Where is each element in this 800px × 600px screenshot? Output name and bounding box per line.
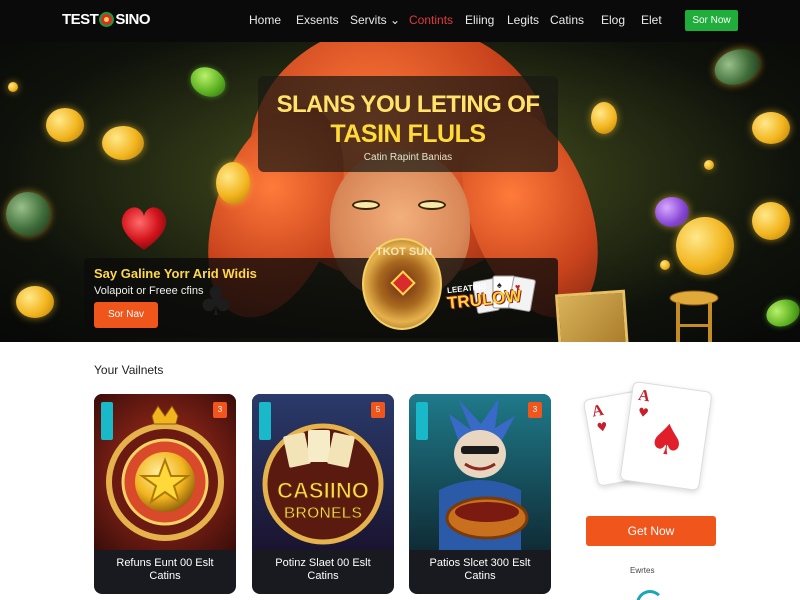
- loading-spinner-icon: [636, 590, 664, 600]
- logo-text-b: SINO: [115, 11, 151, 28]
- nav-item-contints[interactable]: Contints: [409, 13, 453, 27]
- nav-item-exsents[interactable]: Exsents: [296, 13, 339, 27]
- nav-item-home[interactable]: Home: [249, 13, 281, 27]
- card-badge: 3: [528, 402, 542, 418]
- coin-icon: [16, 286, 54, 318]
- card-badge: 5: [371, 402, 385, 418]
- ace-letter: A: [637, 386, 652, 406]
- promo-signup-button[interactable]: Sor Nav: [94, 302, 158, 328]
- nav-item-catins[interactable]: Catins: [550, 13, 584, 27]
- game-card[interactable]: 3 Patios Slcet 300 Eslt Catins: [409, 394, 551, 594]
- card-caption: Patios Slcet 300 Eslt Catins: [409, 557, 551, 583]
- coin-icon: [660, 260, 670, 270]
- club-suit-icon: ♣: [198, 279, 234, 325]
- get-now-button[interactable]: Get Now: [586, 516, 716, 546]
- card-tag: [416, 402, 428, 440]
- section-title: Your Vailnets: [94, 363, 164, 377]
- coin-icon: [8, 82, 18, 92]
- portrait-frame: [554, 289, 630, 342]
- nav-item-eliing[interactable]: Eliing: [465, 13, 494, 27]
- signup-now-button[interactable]: Sor Now: [685, 10, 738, 31]
- coin-icon: [752, 202, 790, 240]
- card-caption-line-1: Refuns Eunt 00 Eslt: [116, 557, 214, 569]
- nav-item-servits[interactable]: Servits ⌄: [350, 13, 400, 27]
- hero-headline-2: TASIN FLULS: [330, 120, 486, 148]
- game-card[interactable]: 3 Refuns Eunt 00 Eslt Catins: [94, 394, 236, 594]
- hero-banner: SLANS YOU LETING OF TASIN FLULS Catin Ra…: [0, 42, 800, 342]
- card-caption-line-2: Catins: [149, 570, 181, 582]
- character-eye-left: [352, 200, 380, 210]
- dark-chip-icon: [709, 43, 765, 91]
- green-chip-icon: [185, 61, 231, 103]
- coin-icon: [591, 102, 617, 134]
- coin-icon: [752, 112, 790, 144]
- card-art-title: CASIINO: [277, 478, 369, 503]
- card-caption: Potinz Slaet 00 Eslt Catins: [252, 557, 394, 583]
- card-art-subtitle: BRONELS: [284, 505, 363, 522]
- nav-item-legits[interactable]: Legits: [507, 13, 539, 27]
- diamond-icon: [390, 270, 416, 296]
- nav-item-elog[interactable]: Elog: [601, 13, 625, 27]
- site-logo[interactable]: TEST SINO: [62, 11, 151, 28]
- card-caption-line-1: Patios Slcet 300 Eslt: [429, 557, 531, 569]
- hero-subtitle: Catin Rapint Banias: [363, 152, 453, 163]
- coin-icon: [46, 108, 84, 142]
- emblem-label: TKOT SUN: [375, 246, 433, 258]
- hero-headline-panel: SLANS YOU LETING OF TASIN FLULS Catin Ra…: [258, 76, 558, 172]
- hero-headline-1: SLANS YOU LETING OF: [276, 91, 540, 118]
- heart-suit-icon: ♥: [595, 419, 609, 435]
- game-card[interactable]: CASIINO BRONELS 5 Potinz Slaet 00 Eslt C…: [252, 394, 394, 594]
- logo-text-a: TEST: [62, 11, 99, 28]
- nav-item-elet[interactable]: Elet: [641, 13, 662, 27]
- card-caption-line-2: Catins: [464, 570, 496, 582]
- ace-letter: A: [590, 401, 605, 421]
- card-tag: [259, 402, 271, 440]
- dark-chip-icon: [6, 192, 50, 236]
- promo-text: Volapoit or Freee cfins: [94, 285, 204, 297]
- heart-icon: [121, 207, 167, 250]
- poker-chip-icon: [99, 12, 115, 27]
- ace-card: A ♥ ♠: [619, 380, 713, 492]
- spade-suit-icon: ♠: [645, 412, 690, 467]
- card-caption-line-2: Catins: [307, 570, 339, 582]
- green-chip-icon: [762, 294, 800, 332]
- coin-icon: [704, 160, 714, 170]
- stool-icon: [669, 290, 719, 342]
- character-eye-right: [418, 200, 446, 210]
- coin-icon: [216, 162, 250, 204]
- ace-cards-illustration: A ♥ A ♥ ♠: [582, 380, 734, 514]
- card-caption: Refuns Eunt 00 Eslt Catins: [94, 557, 236, 583]
- top-navbar: TEST SINO Home Exsents Servits ⌄ Contint…: [0, 0, 800, 42]
- coin-icon: [676, 217, 734, 275]
- card-badge: 3: [213, 402, 227, 418]
- coin-icon: [102, 126, 144, 160]
- heart-suit-icon: ♥: [637, 404, 650, 421]
- purple-chip-icon: [655, 197, 689, 227]
- card-tag: [101, 402, 113, 440]
- side-small-text: Ewrtes: [630, 566, 655, 575]
- card-caption-line-1: Potinz Slaet 00 Eslt: [275, 557, 371, 569]
